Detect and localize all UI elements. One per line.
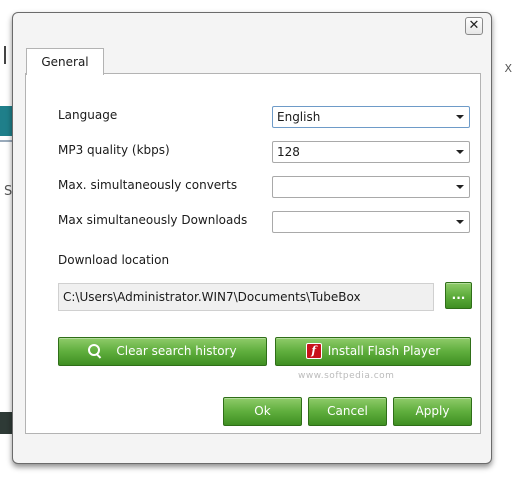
max-converts-select[interactable] — [272, 176, 470, 198]
max-converts-label: Max. simultaneously converts — [58, 178, 238, 192]
mp3-quality-select[interactable]: 128 — [272, 141, 470, 163]
cancel-button[interactable]: Cancel — [308, 397, 387, 426]
ok-button[interactable]: Ok — [223, 397, 302, 426]
max-downloads-label: Max simultaneously Downloads — [58, 213, 248, 227]
close-icon: ✕ — [468, 18, 480, 33]
softpedia-watermark: www.softpedia.com — [298, 371, 395, 381]
general-tab-panel: Language English MP3 quality (kbps) 128 … — [25, 73, 481, 434]
mp3-quality-select-value: 128 — [277, 145, 300, 159]
download-location-field[interactable]: C:\Users\Administrator.WIN7\Documents\Tu… — [58, 283, 434, 311]
browse-button[interactable]: ... — [445, 282, 472, 309]
language-select-value: English — [277, 110, 321, 124]
apply-button[interactable]: Apply — [393, 397, 472, 426]
language-select[interactable]: English — [272, 106, 470, 128]
settings-dialog: ✕ General Language English MP3 quality (… — [12, 12, 492, 464]
chevron-down-icon — [456, 150, 464, 154]
install-flash-player-button[interactable]: f Install Flash Player — [275, 337, 471, 366]
search-icon — [88, 343, 102, 359]
clear-search-history-label: Clear search history — [116, 344, 237, 358]
background-app-fragment — [4, 46, 6, 64]
tab-general[interactable]: General — [26, 48, 104, 75]
chevron-down-icon — [456, 220, 464, 224]
mp3-quality-label: MP3 quality (kbps) — [58, 143, 170, 157]
language-label: Language — [58, 108, 118, 122]
chevron-down-icon — [456, 115, 464, 119]
install-flash-player-label: Install Flash Player — [327, 344, 441, 358]
chevron-down-icon — [456, 185, 464, 189]
close-button[interactable]: ✕ — [465, 17, 483, 35]
clear-search-history-button[interactable]: Clear search history — [58, 337, 267, 366]
max-downloads-select[interactable] — [272, 211, 470, 233]
background-app-text: X — [504, 62, 512, 75]
flash-player-icon: f — [305, 342, 322, 359]
download-location-label: Download location — [58, 253, 170, 267]
